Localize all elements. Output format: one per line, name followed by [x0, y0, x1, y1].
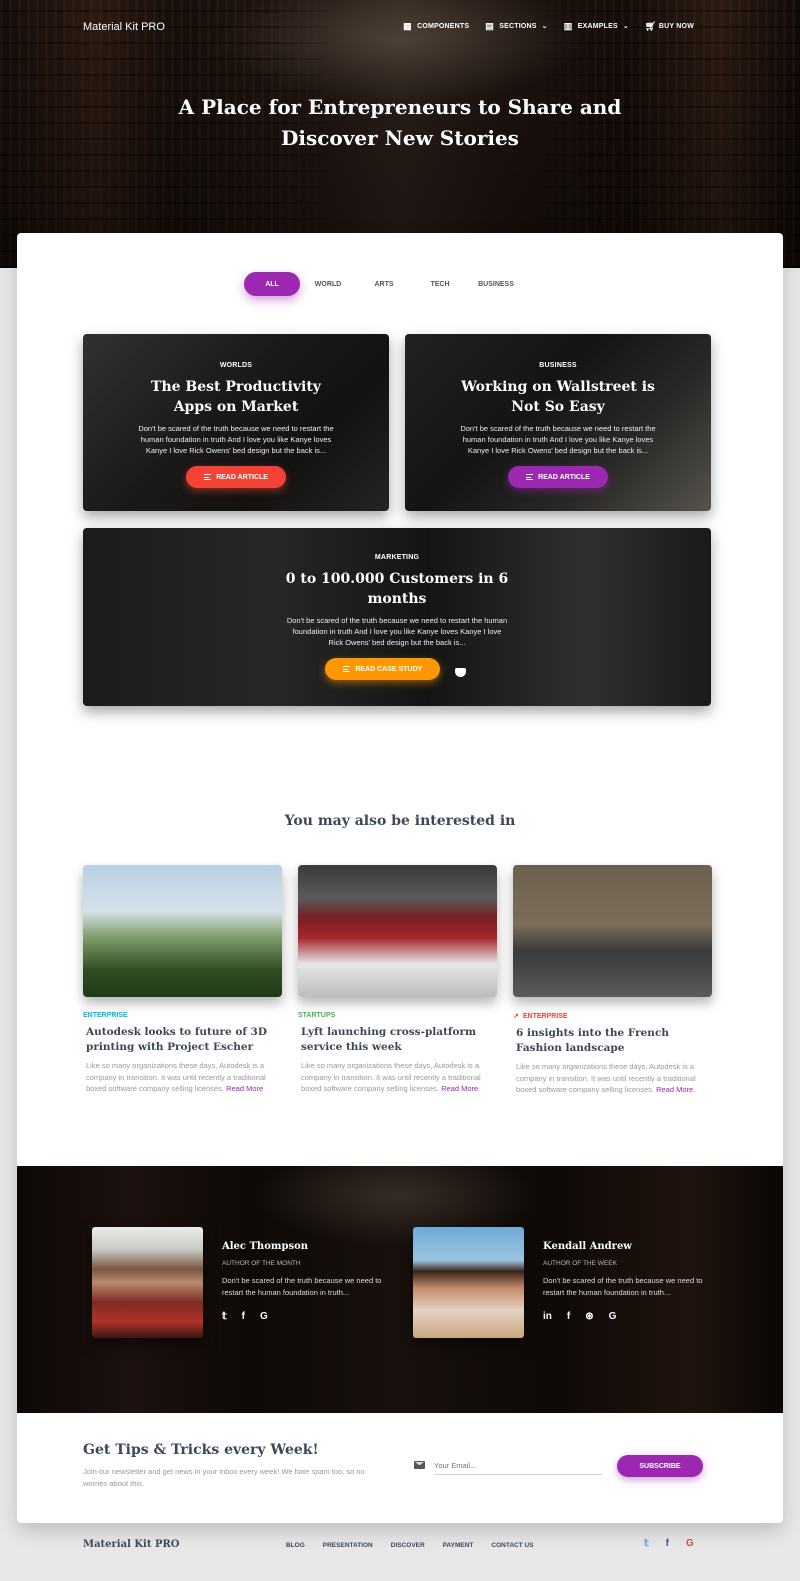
read-more-link[interactable]: Read More [441, 1084, 478, 1093]
footer-brand[interactable]: Material Kit PRO [83, 1539, 180, 1550]
pocket-icon[interactable] [453, 665, 469, 681]
footer-link-blog[interactable]: BLOG [286, 1542, 305, 1549]
subscribe-button[interactable]: SUBSCRIBE [617, 1455, 703, 1477]
card-category: BUSINESS [539, 362, 577, 369]
facebook-icon[interactable]: f [242, 1311, 245, 1322]
tab-all[interactable]: ALL [244, 272, 300, 296]
twitter-icon[interactable]: 𝕥 [222, 1311, 227, 1322]
blog-card: ↗ ENTERPRISE 6 insights into the French F… [513, 865, 712, 1096]
authors-section: Alec Thompson AUTHOR OF THE MONTH Don't … [17, 1166, 783, 1413]
footer-link-presentation[interactable]: PRESENTATION [323, 1542, 373, 1549]
card-title[interactable]: 0 to 100.000 Customers in 6 months [283, 569, 511, 609]
read-article-button[interactable]: READ ARTICLE [186, 466, 286, 488]
email-field[interactable] [434, 1457, 602, 1475]
google-icon[interactable]: G [686, 1538, 694, 1549]
tab-business[interactable]: BUSINESS [468, 272, 524, 296]
apps-icon: ▦ [403, 21, 412, 31]
nav-links: ▦ COMPONENTS ▤ SECTIONS ⌄ ▥ EXAMPLES ⌄ 🛒… [403, 21, 694, 31]
footer-link-discover[interactable]: DISCOVER [391, 1542, 425, 1549]
card-category: WORLDS [219, 362, 253, 369]
brand-link[interactable]: Material Kit PRO [83, 21, 165, 33]
subject-icon [204, 474, 212, 480]
examples-icon: ▥ [563, 21, 573, 31]
category-tabs: ALL WORLD ARTS TECH BUSINESS [244, 272, 524, 296]
blog-category: STARTUPS [298, 1012, 336, 1019]
card-description: Don't be scared of the truth because we … [460, 424, 656, 455]
read-more-link[interactable]: Read More [226, 1084, 263, 1093]
mail-icon [414, 1461, 425, 1469]
author-name[interactable]: Alec Thompson [222, 1241, 392, 1252]
blog-title[interactable]: Lyft launching cross-platform service th… [298, 1025, 497, 1055]
linkedin-icon[interactable]: in [543, 1311, 552, 1322]
footer-link-payment[interactable]: PAYMENT [443, 1542, 474, 1549]
blog-description: Like so many organizations these days, A… [301, 1061, 481, 1093]
read-case-study-button[interactable]: READ CASE STUDY [325, 658, 441, 680]
blog-image-car[interactable] [298, 865, 497, 997]
featured-card-wide: MARKETING 0 to 100.000 Customers in 6 mo… [83, 528, 711, 706]
tab-tech[interactable]: TECH [412, 272, 468, 296]
blog-description: Like so many organizations these days, A… [516, 1062, 696, 1094]
twitter-icon[interactable]: 𝕥 [644, 1538, 649, 1549]
hero-header: Material Kit PRO ▦ COMPONENTS ▤ SECTIONS… [0, 0, 800, 268]
card-category: MARKETING [374, 554, 420, 561]
sections-icon: ▤ [485, 21, 494, 31]
blog-description: Like so many organizations these days, A… [86, 1061, 266, 1093]
footer-social: 𝕥 f G [644, 1538, 694, 1549]
navbar: Material Kit PRO ▦ COMPONENTS ▤ SECTIONS… [0, 0, 800, 56]
chevron-down-icon: ⌄ [622, 23, 629, 30]
read-article-button[interactable]: READ ARTICLE [508, 466, 608, 488]
blog-title[interactable]: 6 insights into the French Fashion lands… [513, 1026, 712, 1056]
card-title[interactable]: The Best Productivity Apps on Market [133, 377, 339, 417]
blog-title[interactable]: Autodesk looks to future of 3D printing … [83, 1025, 282, 1055]
blog-category: ENTERPRISE [83, 1012, 128, 1019]
blog-card: ENTERPRISE Autodesk looks to future of 3… [83, 865, 282, 1095]
featured-card: BUSINESS Working on Wallstreet is Not So… [405, 334, 711, 511]
section-title: You may also be interested in [284, 813, 516, 829]
blog-image-motorcycle[interactable] [513, 865, 712, 997]
facebook-icon[interactable]: f [567, 1311, 570, 1322]
dribbble-icon[interactable]: ⊛ [585, 1311, 593, 1322]
card-title[interactable]: Working on Wallstreet is Not So Easy [455, 377, 661, 417]
read-more-link[interactable]: Read More [656, 1085, 693, 1094]
facebook-icon[interactable]: f [666, 1538, 669, 1549]
card-description: Don't be scared of the truth because we … [138, 424, 334, 455]
blog-category: ↗ ENTERPRISE [513, 1012, 568, 1021]
author-name[interactable]: Kendall Andrew [543, 1241, 713, 1252]
footer-link-contact[interactable]: CONTACT US [491, 1542, 533, 1549]
avatar[interactable] [413, 1227, 524, 1338]
author-role: AUTHOR OF THE MONTH [222, 1260, 301, 1267]
newsletter-description: Join our newsletter and get news in your… [83, 1467, 365, 1488]
cart-icon: 🛒︎ [644, 21, 657, 31]
blog-image-castle[interactable] [83, 865, 282, 997]
avatar[interactable] [92, 1227, 203, 1338]
author-bio: Don't be scared of the truth because we … [543, 1276, 703, 1297]
hero-title: A Place for Entrepreneurs to Share and D… [178, 95, 622, 150]
nav-buy-now[interactable]: 🛒︎ BUY NOW [644, 21, 694, 31]
card-description: Don't be scared of the truth because we … [286, 616, 508, 647]
trending-up-icon: ↗ [513, 1013, 519, 1020]
nav-sections[interactable]: ▤ SECTIONS ⌄ [485, 21, 548, 31]
newsletter-title: Get Tips & Tricks every Week! [83, 1442, 319, 1458]
google-icon[interactable]: G [260, 1311, 268, 1322]
footer: Material Kit PRO BLOG PRESENTATION DISCO… [0, 1523, 800, 1581]
author-role: AUTHOR OF THE WEEK [543, 1260, 617, 1267]
chevron-down-icon: ⌄ [541, 23, 548, 30]
tab-world[interactable]: WORLD [300, 272, 356, 296]
subject-icon [343, 666, 351, 672]
footer-links: BLOG PRESENTATION DISCOVER PAYMENT CONTA… [286, 1542, 534, 1549]
subject-icon [526, 474, 534, 480]
author-bio: Don't be scared of the truth because we … [222, 1276, 382, 1297]
nav-components[interactable]: ▦ COMPONENTS [403, 21, 469, 31]
author-social: in f ⊛ G [543, 1311, 713, 1322]
featured-card: WORLDS The Best Productivity Apps on Mar… [83, 334, 389, 511]
nav-examples[interactable]: ▥ EXAMPLES ⌄ [563, 21, 629, 31]
blog-card: STARTUPS Lyft launching cross-platform s… [298, 865, 497, 1095]
main-content: ALL WORLD ARTS TECH BUSINESS WORLDS The … [17, 233, 783, 1523]
google-icon[interactable]: G [609, 1311, 617, 1322]
tab-arts[interactable]: ARTS [356, 272, 412, 296]
author-social: 𝕥 f G [222, 1311, 392, 1322]
